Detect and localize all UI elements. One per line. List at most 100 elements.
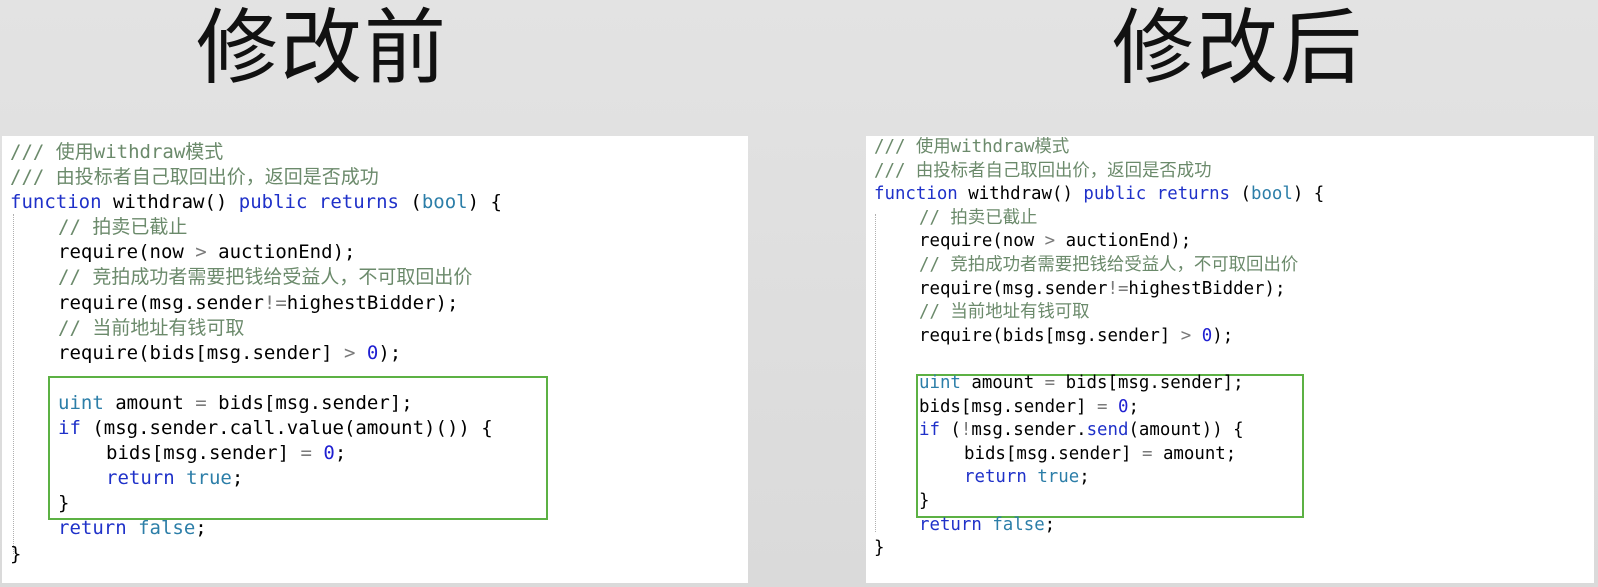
code-keyword: return [919,514,982,535]
code-keyword: public [238,191,308,214]
code-operator: = [1142,443,1153,464]
code-number: 0 [1117,396,1129,417]
code-number: 0 [1201,325,1213,346]
code-number: 0 [366,341,379,364]
code-operator: = [1097,396,1108,417]
code-operator: != [1107,278,1129,299]
code-keyword: send [1086,420,1129,441]
code-text: ; [334,442,347,465]
code-number: 0 [323,442,335,465]
code-keyword: function [10,191,102,214]
code-comment: // 拍卖已截止 [58,216,188,239]
code-line: require(bids[msg.sender] > 0); [874,325,1324,349]
code-type: true [186,467,232,490]
code-comment: // 拍卖已截止 [919,207,1038,228]
code-line: if (!msg.sender.send(amount)) { [874,419,1324,443]
code-type: bool [1250,184,1293,205]
code-keyword: returns [318,191,399,214]
code-line: // 当前地址有钱可取 [10,316,502,341]
code-text: ( [398,191,422,214]
code-operator: > [1044,231,1056,252]
code-text: require(msg.sender [919,278,1108,299]
code-text: } [919,490,930,511]
code-text: auctionEnd); [206,241,356,264]
code-text: ( [939,420,961,441]
code-text: } [58,492,70,515]
code-line: } [874,490,1324,514]
code-block-before: /// 使用withdraw模式 /// 由投标者自己取回出价，返回是否成功 fun… [10,140,502,567]
code-text: bids[msg.sender] [919,396,1097,417]
code-text: bids[msg.sender]; [1055,372,1244,393]
code-text: require(bids[msg.sender] [919,325,1181,346]
code-operator: = [195,391,207,414]
code-line: } [10,542,502,567]
code-text: ); [378,341,402,364]
code-line: function withdraw() public returns (bool… [10,190,502,215]
code-keyword: if [58,417,81,440]
code-text: msg.sender. [971,420,1087,441]
code-operator: != [263,291,287,314]
code-operator: = [300,442,312,465]
code-text: ) { [467,191,502,214]
code-line: bids[msg.sender] = amount; [874,443,1324,467]
code-operator: > [195,241,207,264]
code-line: } [10,491,502,516]
code-line: function withdraw() public returns (bool… [874,183,1324,207]
code-text: withdraw() [957,184,1084,205]
code-type: bool [421,191,468,214]
code-panel-after: /// 使用withdraw模式/// 由投标者自己取回出价，返回是否成功 fun… [866,136,1594,583]
code-text: ; [1044,514,1056,535]
code-operator: = [1044,372,1056,393]
code-keyword: return [58,517,127,540]
code-type: uint [58,391,104,414]
code-keyword: return [964,467,1027,488]
code-line: // 竞拍成功者需要把钱给受益人，不可取回出价 [874,254,1324,278]
code-text: (msg.sender.call.value(amount)()) { [80,417,493,440]
code-keyword: function [874,184,958,205]
code-comment: // 当前地址有钱可取 [919,302,1090,323]
code-text: ); [1212,325,1234,346]
code-line: require(bids[msg.sender] > 0); [10,341,502,366]
code-comment: // 当前地址有钱可取 [58,316,245,339]
code-keyword: public [1083,184,1147,205]
code-comment: /// 由投标者自己取回出价，返回是否成功 [10,166,379,189]
code-text: amount [103,391,196,414]
code-line: uint amount = bids[msg.sender]; [10,391,502,416]
code-text: ; [195,517,207,540]
code-text: amount [960,372,1045,393]
code-type: true [1037,467,1080,488]
code-keyword: if [919,420,940,441]
code-text: } [874,538,885,559]
heading-after: 修改后 [1112,1,1365,96]
code-text: withdraw() [101,191,239,214]
code-line: require(now > auctionEnd); [874,230,1324,254]
code-text: ( [1230,184,1251,205]
code-line: } [874,537,1324,561]
code-comment: // 竞拍成功者需要把钱给受益人，不可取回出价 [919,254,1299,275]
code-line: /// 由投标者自己取回出价，返回是否成功 [874,160,1324,184]
code-line: require(now > auctionEnd); [10,240,502,265]
code-text: ; [1079,467,1090,488]
code-comment: /// 使用withdraw模式 [874,137,1070,157]
code-line: uint amount = bids[msg.sender]; [874,372,1324,396]
code-text: } [10,542,22,565]
code-text: bids[msg.sender]; [206,391,413,414]
code-comment: /// 由投标者自己取回出价，返回是否成功 [874,160,1212,181]
code-line: // 拍卖已截止 [10,215,502,240]
code-line: bids[msg.sender] = 0; [874,396,1324,420]
code-line: return true; [874,466,1324,490]
code-text: require(bids[msg.sender] [58,341,344,364]
code-line: /// 使用withdraw模式 [10,140,502,165]
heading-before: 修改前 [196,1,449,96]
code-type: uint [919,372,961,393]
code-text: bids[msg.sender] [964,443,1142,464]
